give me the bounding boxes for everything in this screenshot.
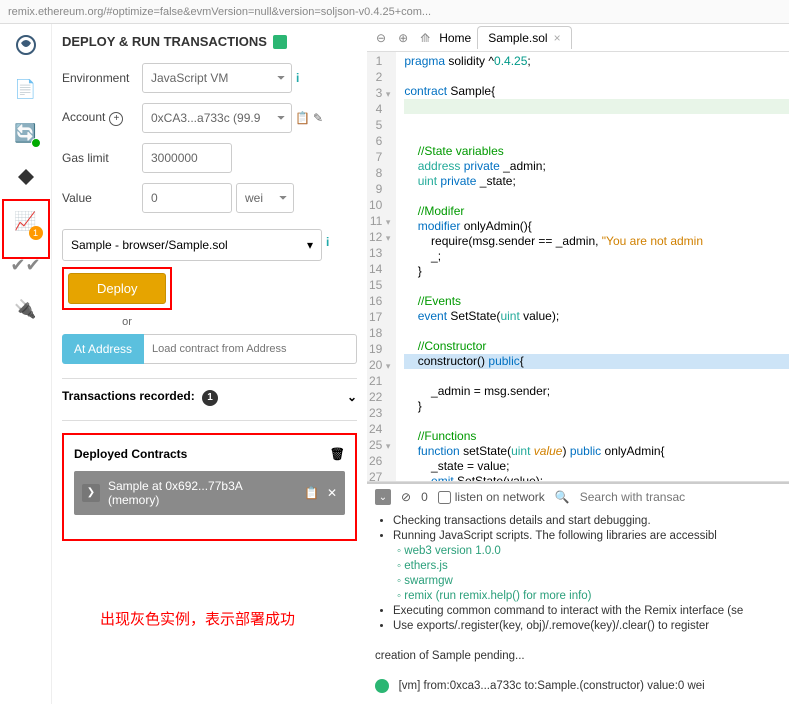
- env-info-icon[interactable]: i: [296, 71, 299, 85]
- terminal-toggle-icon[interactable]: ⌄: [375, 489, 391, 505]
- environment-label: Environment: [62, 71, 142, 85]
- add-account-icon[interactable]: +: [109, 112, 123, 126]
- value-label: Value: [62, 191, 142, 205]
- instance-label: Sample at 0x692...77b3A (memory): [108, 479, 296, 507]
- pending-count: 0: [421, 490, 428, 504]
- at-address-input[interactable]: [144, 334, 357, 364]
- or-label: or: [62, 316, 192, 328]
- highlight-deploy-icon: [2, 199, 50, 259]
- copy-account-icon[interactable]: 📋: [295, 111, 310, 125]
- contract-instance[interactable]: ❯ Sample at 0x692...77b3A (memory) 📋 ✕: [74, 471, 345, 515]
- annotation-text: 出现灰色实例，表示部署成功: [100, 608, 295, 629]
- panel-badge-icon: [273, 35, 287, 49]
- trash-icon[interactable]: 🗑: [330, 447, 345, 461]
- highlight-deploy-button: Deploy: [62, 267, 172, 310]
- at-address-button[interactable]: At Address: [62, 334, 144, 364]
- editor-toolbar: ⊖ ⊕ ⟰ Home Sample.sol×: [367, 24, 789, 52]
- environment-select[interactable]: JavaScript VM: [142, 63, 292, 93]
- highlight-deployed-contracts: Deployed Contracts 🗑 ❯ Sample at 0x692..…: [62, 433, 357, 541]
- listen-checkbox[interactable]: [438, 491, 451, 504]
- gaslimit-input[interactable]: [142, 143, 232, 173]
- deployed-title: Deployed Contracts: [74, 447, 187, 461]
- copy-instance-icon[interactable]: 📋: [304, 486, 319, 500]
- deploy-run-icon[interactable]: [13, 164, 39, 190]
- gaslimit-label: Gas limit: [62, 151, 142, 165]
- file-explorer-icon[interactable]: 📄: [13, 76, 39, 102]
- account-label: Account+: [62, 110, 142, 126]
- terminal-search-input[interactable]: [580, 490, 781, 504]
- deploy-button[interactable]: Deploy: [68, 273, 166, 304]
- icon-sidebar: 📄 🔄 📈1 ✔✔ 🔌: [0, 24, 52, 704]
- edit-account-icon[interactable]: ✎: [313, 111, 323, 125]
- contract-select[interactable]: Sample - browser/Sample.sol▾: [62, 229, 322, 261]
- deploy-panel: DEPLOY & RUN TRANSACTIONS Environment Ja…: [52, 24, 367, 704]
- home-label[interactable]: Home: [439, 31, 471, 45]
- plugin-icon[interactable]: 🔌: [13, 296, 39, 322]
- dropdown-icon: ▾: [307, 238, 313, 252]
- close-instance-icon[interactable]: ✕: [327, 486, 337, 500]
- tab-sample[interactable]: Sample.sol×: [477, 26, 571, 49]
- zoom-out-icon[interactable]: ⊖: [373, 31, 389, 45]
- zoom-in-icon[interactable]: ⊕: [395, 31, 411, 45]
- transactions-recorded[interactable]: Transactions recorded: 1 ⌄: [62, 389, 357, 406]
- value-unit-select[interactable]: wei: [236, 183, 294, 213]
- url-bar: remix.ethereum.org/#optimize=false&evmVe…: [0, 0, 789, 24]
- compiler-icon[interactable]: 🔄: [13, 120, 39, 146]
- home-icon[interactable]: ⟰: [417, 31, 433, 45]
- account-select[interactable]: 0xCA3...a733c (99.9: [142, 103, 292, 133]
- ban-icon[interactable]: ⊘: [401, 490, 411, 504]
- contract-info-icon[interactable]: i: [326, 235, 329, 249]
- value-input[interactable]: [142, 183, 232, 213]
- remix-logo-icon: [13, 32, 39, 58]
- search-icon[interactable]: 🔍: [555, 490, 570, 504]
- expand-instance-icon[interactable]: ❯: [82, 484, 100, 502]
- code-editor[interactable]: 1 2 3▾4 5 6 7 8 9 10 11▾12▾13 14 15 16 1…: [367, 52, 789, 482]
- chevron-down-icon: ⌄: [347, 390, 357, 404]
- terminal-toolbar: ⌄ ⊘ 0 listen on network 🔍: [367, 482, 789, 510]
- terminal-output: Checking transactions details and start …: [367, 510, 789, 704]
- panel-title: DEPLOY & RUN TRANSACTIONS: [62, 34, 357, 49]
- close-tab-icon[interactable]: ×: [554, 31, 561, 45]
